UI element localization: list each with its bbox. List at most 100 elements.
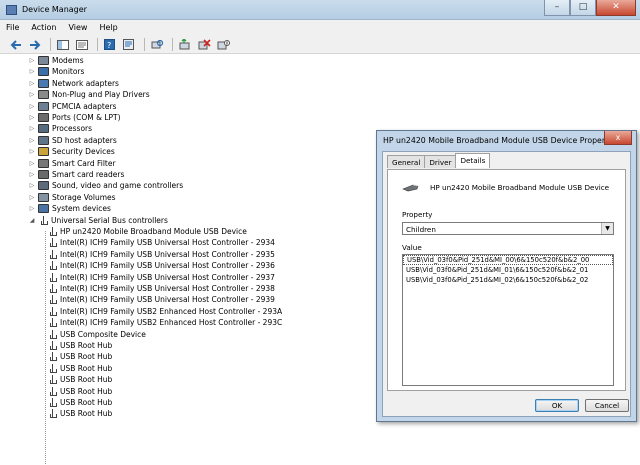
tree-item[interactable]: ▷ Security Devices <box>28 146 115 157</box>
console-tree-icon[interactable] <box>55 38 71 52</box>
update-driver-icon[interactable] <box>177 38 193 52</box>
menu-bar: File Action View Help <box>0 20 640 36</box>
forward-icon[interactable] <box>27 38 43 52</box>
tree-item-usb-device[interactable]: USB Root Hub <box>47 408 112 419</box>
dialog-close-button[interactable]: x <box>604 131 632 145</box>
tree-item-usb-device[interactable]: Intel(R) ICH9 Family USB Universal Host … <box>47 260 275 271</box>
dialog-title: HP un2420 Mobile Broadband Module USB De… <box>383 136 620 145</box>
tree-item-label: Network adapters <box>52 78 119 88</box>
tree-item[interactable]: ▷ Smart Card Filter <box>28 158 116 169</box>
usb-icon <box>49 238 57 248</box>
tab-driver[interactable]: Driver <box>424 155 457 168</box>
collapse-icon[interactable]: ◢ <box>28 217 36 224</box>
usb-icon <box>49 227 57 236</box>
tree-item[interactable]: ▷ PCMCIA adapters <box>28 101 116 112</box>
expand-icon[interactable]: ▷ <box>28 205 36 212</box>
expand-icon[interactable]: ▷ <box>28 125 36 132</box>
sd-host-icon <box>38 135 49 145</box>
tree-item[interactable]: ▷ Storage Volumes <box>28 192 116 203</box>
usb-icon <box>49 398 57 407</box>
dropdown-arrow-icon[interactable]: ▼ <box>601 223 613 234</box>
tree-item-usb-device[interactable]: Intel(R) ICH9 Family USB Universal Host … <box>47 283 275 294</box>
tab-details[interactable]: Details <box>455 153 491 168</box>
maximize-button[interactable]: □ <box>570 0 596 16</box>
expand-icon[interactable]: ▷ <box>28 114 36 121</box>
value-row[interactable]: USB\Vid_03f0&Pid_251d&MI_02\6&150c520f&b… <box>403 275 613 285</box>
tree-item-usb-device[interactable]: Intel(R) ICH9 Family USB Universal Host … <box>47 249 275 260</box>
tree-item-usb-device[interactable]: USB Root Hub <box>47 397 112 408</box>
close-button[interactable]: ✕ <box>596 0 636 16</box>
toolbar-separator <box>50 38 51 51</box>
tree-item[interactable]: ▷ SD host adapters <box>28 135 117 146</box>
menu-file[interactable]: File <box>0 20 25 36</box>
tree-item[interactable]: ▷ Sound, video and game controllers <box>28 180 183 191</box>
uninstall-icon[interactable] <box>196 38 212 52</box>
expand-icon[interactable]: ▷ <box>28 103 36 110</box>
usb-icon <box>49 306 57 316</box>
value-row[interactable]: USB\Vid_03f0&Pid_251d&MI_00\6&150c520f&b… <box>403 255 613 265</box>
tree-item-label: Storage Volumes <box>52 192 116 202</box>
toolbar-separator <box>97 38 98 51</box>
toolbar-separator <box>172 38 173 51</box>
tree-item-usb-device[interactable]: USB Composite Device <box>47 329 146 340</box>
tree-item-usb-device[interactable]: USB Root Hub <box>47 363 112 374</box>
tree-item-usb-device[interactable]: USB Root Hub <box>47 351 112 362</box>
tree-item[interactable]: ▷ System devices <box>28 203 111 214</box>
tree-item[interactable]: ▷ Smart card readers <box>28 169 124 180</box>
driver-icon <box>38 90 49 100</box>
tree-item-usb-device[interactable]: Intel(R) ICH9 Family USB Universal Host … <box>47 237 275 248</box>
tree-item[interactable]: ▷ Modems <box>28 55 84 66</box>
tree-item[interactable]: ▷ Monitors <box>28 66 84 77</box>
tree-item-label: USB Root Hub <box>60 398 113 407</box>
back-icon[interactable] <box>8 38 24 52</box>
network-adapter-icon <box>38 78 49 88</box>
tree-item-usb-device[interactable]: USB Root Hub <box>47 374 112 385</box>
tree-item-label: USB Root Hub <box>60 375 113 385</box>
tree-item-usb-device[interactable]: HP un2420 Mobile Broadband Module USB De… <box>47 226 247 237</box>
disable-device-icon[interactable] <box>215 38 231 52</box>
scan-hardware-icon[interactable] <box>149 38 165 52</box>
tree-item[interactable]: ▷ Network adapters <box>28 78 119 89</box>
tree-item-usb-device[interactable]: USB Root Hub <box>47 386 112 397</box>
ok-button[interactable]: OK <box>535 399 579 412</box>
expand-icon[interactable]: ▷ <box>28 194 36 201</box>
properties-sheet-icon[interactable] <box>74 38 90 52</box>
toolbar: ? <box>0 36 640 54</box>
svg-text:?: ? <box>107 41 111 50</box>
toolbar-separator <box>144 38 145 51</box>
tree-item[interactable]: ▷ Non-Plug and Play Drivers <box>28 89 150 100</box>
minimize-button[interactable]: – <box>544 0 570 16</box>
processor-icon <box>38 124 49 134</box>
tree-item[interactable]: ▷ Ports (COM & LPT) <box>28 112 121 123</box>
expand-icon[interactable]: ▷ <box>28 57 36 64</box>
properties-icon[interactable] <box>121 38 137 52</box>
expand-icon[interactable]: ▷ <box>28 182 36 189</box>
menu-help[interactable]: Help <box>93 20 123 36</box>
expand-icon[interactable]: ▷ <box>28 160 36 167</box>
tree-item-usb-device[interactable]: Intel(R) ICH9 Family USB2 Enhanced Host … <box>47 317 282 328</box>
help-icon[interactable]: ? <box>102 38 118 52</box>
expand-icon[interactable]: ▷ <box>28 68 36 75</box>
tree-item-usb-device[interactable]: Intel(R) ICH9 Family USB Universal Host … <box>47 272 275 283</box>
expand-icon[interactable]: ▷ <box>28 80 36 87</box>
menu-action[interactable]: Action <box>25 20 62 36</box>
tree-item-usb-device[interactable]: Intel(R) ICH9 Family USB2 Enhanced Host … <box>47 306 282 317</box>
value-list[interactable]: USB\Vid_03f0&Pid_251d&MI_00\6&150c520f&b… <box>402 254 614 386</box>
menu-view[interactable]: View <box>62 20 93 36</box>
tab-general[interactable]: General <box>387 155 426 168</box>
expand-icon[interactable]: ▷ <box>28 171 36 178</box>
value-row[interactable]: USB\Vid_03f0&Pid_251d&MI_01\6&150c520f&b… <box>403 265 613 275</box>
cancel-button[interactable]: Cancel <box>585 399 629 412</box>
usb-icon <box>49 363 57 373</box>
tree-item-label: System devices <box>52 204 111 214</box>
property-select[interactable]: Children ▼ <box>402 222 614 235</box>
expand-icon[interactable]: ▷ <box>28 91 36 98</box>
expand-icon[interactable]: ▷ <box>28 137 36 144</box>
device-name: HP un2420 Mobile Broadband Module USB De… <box>430 183 610 192</box>
tree-item[interactable]: ▷ Processors <box>28 123 92 134</box>
tree-item-usb-device[interactable]: USB Root Hub <box>47 340 112 351</box>
usb-icon <box>49 341 57 350</box>
tree-item-usb-device[interactable]: Intel(R) ICH9 Family USB Universal Host … <box>47 294 275 305</box>
tree-item-usb-controllers[interactable]: ◢ Universal Serial Bus controllers <box>28 215 168 226</box>
expand-icon[interactable]: ▷ <box>28 148 36 155</box>
